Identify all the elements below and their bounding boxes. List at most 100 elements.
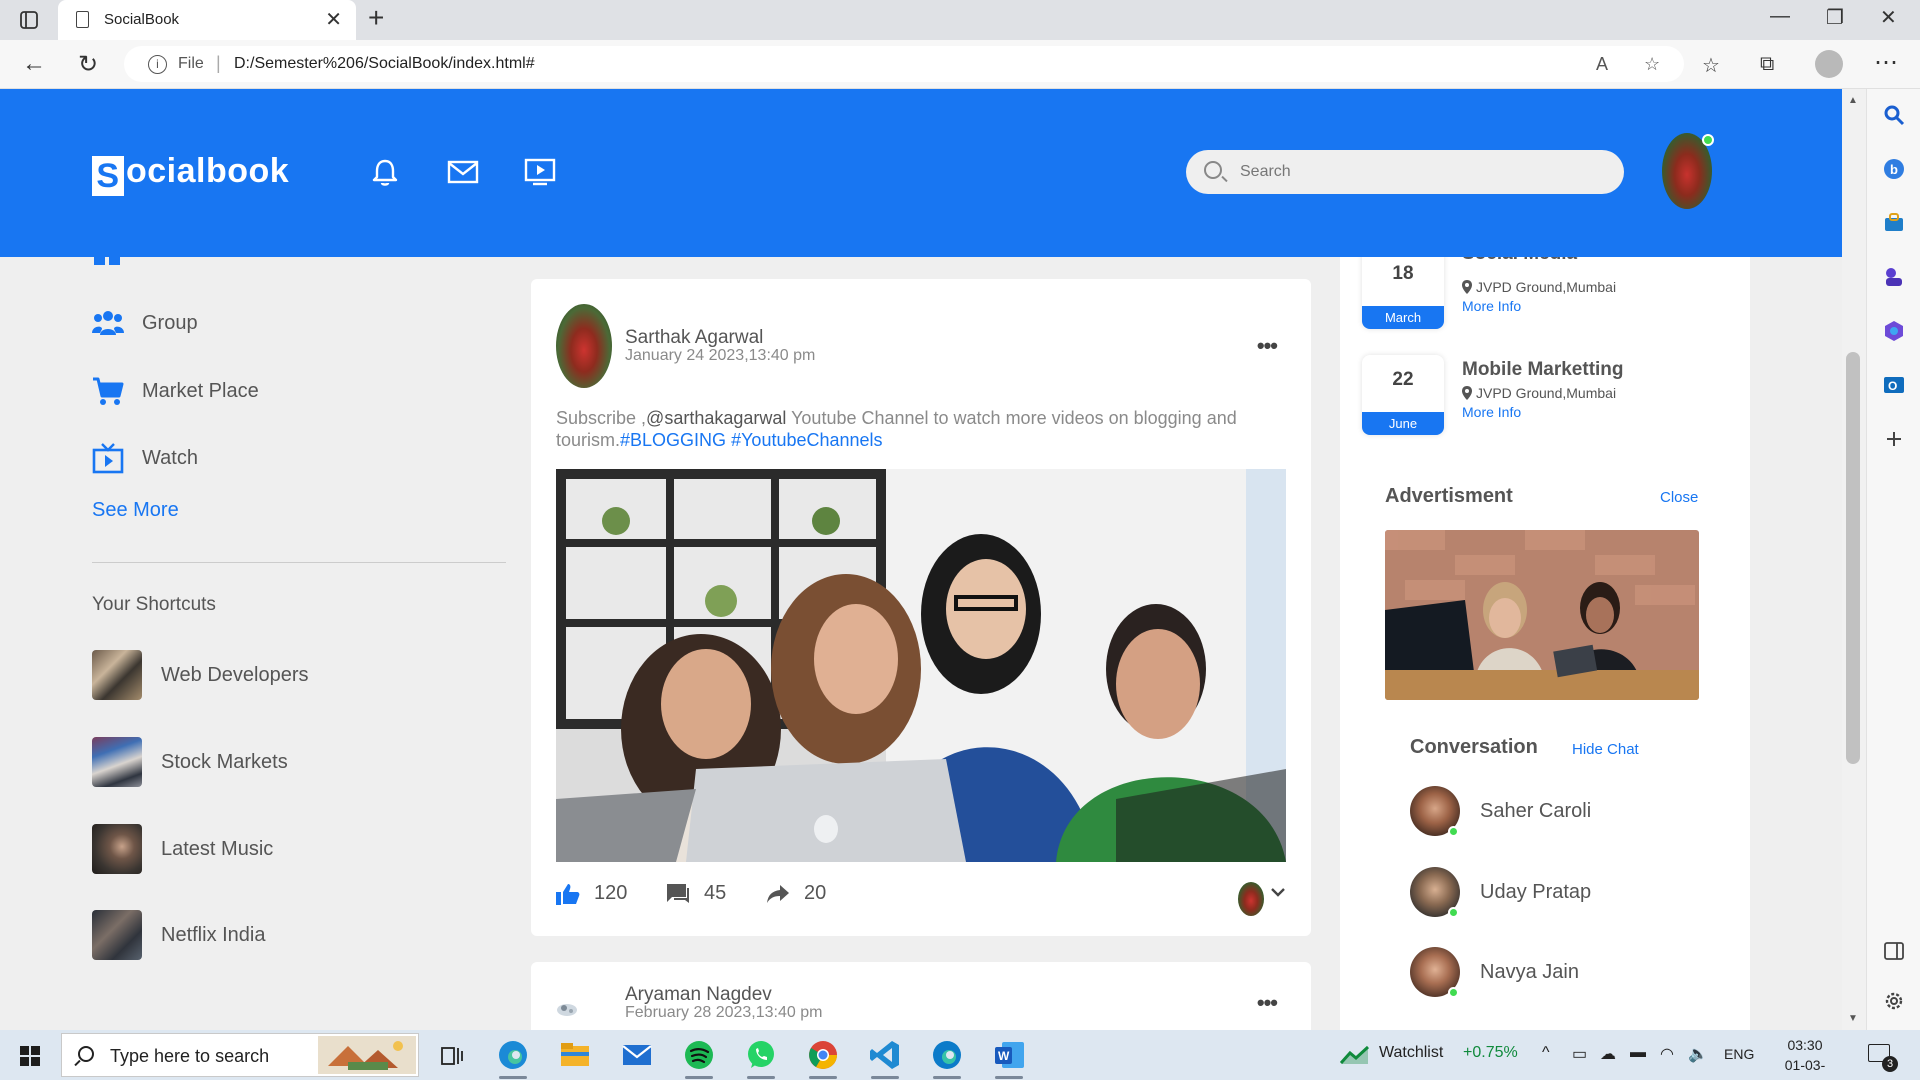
shortcut-netflix-india[interactable]: Netflix India: [92, 910, 266, 960]
office-icon[interactable]: [1882, 319, 1906, 343]
add-icon[interactable]: [1882, 427, 1906, 451]
share-as-avatar[interactable]: [1238, 882, 1264, 916]
read-aloud-icon[interactable]: A: [1596, 54, 1608, 75]
edge-sidebar: b O: [1866, 89, 1920, 1030]
conversation-item[interactable]: Uday Pratap: [1410, 867, 1591, 918]
windows-start-icon[interactable]: [20, 1046, 40, 1066]
bell-icon[interactable]: [368, 155, 402, 189]
favorites-icon[interactable]: ☆: [1702, 53, 1720, 78]
browser-tab[interactable]: SocialBook ✕: [58, 0, 356, 40]
more-icon[interactable]: ⋯: [1874, 48, 1898, 77]
profile-icon[interactable]: [1815, 50, 1843, 78]
mail-icon[interactable]: [446, 155, 480, 189]
chrome-icon[interactable]: [806, 1038, 840, 1072]
new-tab-button[interactable]: +: [368, 2, 384, 34]
conversation-item[interactable]: Navya Jain: [1410, 947, 1579, 998]
ad-close-link[interactable]: Close: [1660, 489, 1698, 506]
advertisement-image[interactable]: [1385, 530, 1699, 700]
edge-app-icon[interactable]: [496, 1038, 530, 1072]
post-menu-icon[interactable]: •••: [1257, 990, 1278, 1016]
hide-sidebar-icon[interactable]: [1882, 939, 1906, 963]
mention-link[interactable]: @sarthakagarwal: [646, 408, 786, 428]
edge-dev-icon[interactable]: [930, 1038, 964, 1072]
word-icon[interactable]: W: [992, 1038, 1026, 1072]
hashtag-link[interactable]: #YoutubeChannels: [731, 430, 882, 450]
show-hidden-icons-chevron-up-icon[interactable]: ^: [1542, 1044, 1550, 1062]
active-app-indicator: [809, 1076, 837, 1079]
collections-icon[interactable]: ⧉: [1760, 53, 1774, 76]
wifi-icon[interactable]: ◠: [1660, 1044, 1674, 1064]
outlook-icon[interactable]: O: [1882, 373, 1906, 397]
favorite-icon[interactable]: ☆: [1644, 54, 1660, 75]
conversation-item[interactable]: Saher Caroli: [1410, 786, 1591, 837]
whatsapp-icon[interactable]: [744, 1038, 778, 1072]
chevron-down-icon[interactable]: [1270, 886, 1286, 898]
sidebar-item-watch[interactable]: Watch: [92, 438, 198, 478]
mail-app-icon[interactable]: [620, 1038, 654, 1072]
sidebar-item-market-place[interactable]: Market Place: [92, 371, 259, 411]
search-input[interactable]: [1240, 160, 1600, 184]
cloud-icon[interactable]: ☁: [1600, 1044, 1616, 1064]
post-author-name[interactable]: Sarthak Agarwal: [625, 327, 763, 349]
battery-icon[interactable]: ▬: [1630, 1044, 1646, 1062]
like-button[interactable]: 120: [556, 882, 627, 905]
socialbook-logo[interactable]: Socialbook: [92, 152, 289, 196]
shortcut-web-developers[interactable]: Web Developers: [92, 650, 308, 700]
post-menu-icon[interactable]: •••: [1257, 333, 1278, 359]
spotify-icon[interactable]: [682, 1038, 716, 1072]
scroll-down-arrow[interactable]: ▼: [1848, 1013, 1858, 1024]
stocks-icon[interactable]: [1340, 1045, 1370, 1065]
post-author-avatar[interactable]: [555, 1000, 579, 1018]
games-icon[interactable]: [1882, 265, 1906, 289]
address-bar[interactable]: i File | D:/Semester%206/SocialBook/inde…: [124, 46, 1684, 82]
share-icon: [767, 884, 789, 903]
back-icon[interactable]: ←: [22, 50, 46, 78]
watchlist-label[interactable]: Watchlist: [1379, 1044, 1443, 1062]
sidebar-item-group[interactable]: Group: [92, 303, 198, 343]
close-window-button[interactable]: ✕: [1880, 5, 1897, 30]
shortcut-stock-markets[interactable]: Stock Markets: [92, 737, 288, 787]
see-more-link[interactable]: See More: [92, 499, 179, 522]
shortcut-thumbnail: [92, 910, 142, 960]
ad-photo-illustration: [1385, 530, 1699, 700]
bing-icon[interactable]: b: [1882, 157, 1906, 181]
post-author-avatar[interactable]: [556, 304, 612, 388]
shopping-icon[interactable]: [1882, 211, 1906, 235]
comment-button[interactable]: 45: [666, 882, 726, 905]
tab-actions-icon[interactable]: [18, 9, 40, 31]
scroll-up-arrow[interactable]: ▲: [1848, 95, 1858, 106]
url-text[interactable]: D:/Semester%206/SocialBook/index.html#: [234, 55, 535, 73]
close-tab-icon[interactable]: ✕: [325, 7, 342, 32]
post-timestamp: January 24 2023,13:40 pm: [625, 347, 816, 364]
system-clock[interactable]: 03:30 01-03-2023: [1770, 1035, 1840, 1080]
refresh-icon[interactable]: ↻: [78, 50, 98, 79]
settings-icon[interactable]: [1882, 989, 1906, 1013]
video-icon[interactable]: [523, 155, 557, 189]
task-view-icon[interactable]: [440, 1045, 464, 1067]
event-more-info-link[interactable]: More Info: [1462, 404, 1521, 420]
page-scrollbar[interactable]: ▲ ▼: [1842, 89, 1866, 1030]
file-explorer-icon[interactable]: [558, 1038, 592, 1072]
search-icon[interactable]: [1882, 103, 1906, 127]
avatar: [1410, 786, 1460, 837]
minimize-button[interactable]: —: [1770, 5, 1790, 28]
browser-toolbar: ← ↻ i File | D:/Semester%206/SocialBook/…: [0, 40, 1920, 89]
device-icon[interactable]: ▭: [1572, 1044, 1587, 1064]
hashtag-link[interactable]: #BLOGGING: [620, 430, 726, 450]
vscode-icon[interactable]: [868, 1038, 902, 1072]
info-icon[interactable]: i: [148, 55, 167, 74]
language-indicator[interactable]: ENG: [1724, 1046, 1754, 1062]
event-more-info-link[interactable]: More Info: [1462, 298, 1521, 314]
hide-chat-link[interactable]: Hide Chat: [1572, 741, 1639, 758]
volume-icon[interactable]: 🔈: [1688, 1044, 1708, 1064]
taskbar-search[interactable]: Type here to search: [61, 1033, 419, 1077]
restore-button[interactable]: ❐: [1826, 5, 1844, 30]
active-app-indicator: [933, 1076, 961, 1079]
avatar: [1410, 947, 1460, 998]
shortcut-latest-music[interactable]: Latest Music: [92, 824, 273, 874]
scrollbar-thumb[interactable]: [1846, 352, 1860, 764]
post-author-name[interactable]: Aryaman Nagdev: [625, 984, 772, 1006]
windows-taskbar: Type here to search W Watchlist +0.75% ^…: [0, 1030, 1920, 1080]
post-image[interactable]: [556, 469, 1286, 862]
share-button[interactable]: 20: [766, 882, 826, 905]
